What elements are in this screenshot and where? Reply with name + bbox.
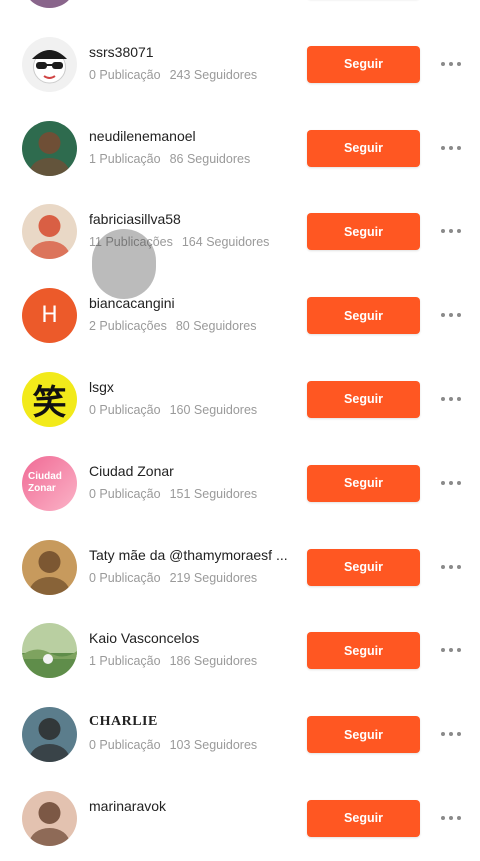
post-count: 1 Publicação	[89, 654, 161, 669]
list-item[interactable]: marinaravok Seguir	[0, 777, 480, 861]
avatar[interactable]	[22, 623, 77, 679]
avatar[interactable]: Ciudad Zonar	[22, 455, 77, 511]
avatar-initial: H	[41, 303, 58, 329]
user-stats: 0 Publicação 219 Seguidores	[89, 571, 257, 585]
follow-button[interactable]: Seguir	[307, 716, 420, 754]
more-horizontal-icon	[441, 229, 461, 234]
avatar[interactable]	[22, 0, 77, 8]
post-count: 0 Publicação	[89, 486, 161, 501]
avatar[interactable]	[22, 539, 77, 595]
user-name[interactable]: ssrs38071	[89, 44, 289, 60]
user-name[interactable]: marinaravok	[89, 798, 289, 814]
avatar[interactable]	[22, 707, 77, 763]
avatar[interactable]	[22, 790, 77, 846]
user-name[interactable]: lsgx	[89, 379, 289, 395]
more-horizontal-icon	[441, 61, 461, 66]
follow-button[interactable]: Seguir	[307, 799, 420, 837]
more-horizontal-icon	[441, 648, 461, 653]
post-count: 0 Publicação	[89, 67, 161, 82]
user-name[interactable]: biancacangini	[89, 295, 289, 311]
more-options-icon[interactable]	[434, 806, 468, 830]
follower-count: 80 Seguidores	[175, 319, 257, 334]
list-item[interactable]: H biancacangini 2 Publicações 80 Seguidor…	[0, 274, 480, 358]
follow-button[interactable]: Seguir	[307, 297, 420, 335]
follower-count: 160 Seguidores	[169, 402, 258, 417]
user-stats: 0 Publicação 151 Seguidores	[89, 487, 257, 501]
user-name[interactable]: Kaio Vasconcelos	[89, 630, 289, 646]
user-stats: 0 Publicação 160 Seguidores	[89, 403, 257, 417]
list-item[interactable]: Ciudad Zonar Ciudad Zonar 0 Publicação 151…	[0, 442, 480, 526]
user-name[interactable]: neudilenemanoel	[89, 128, 289, 144]
more-options-icon[interactable]	[434, 555, 468, 579]
more-options-icon[interactable]	[434, 219, 468, 243]
user-stats: 0 Publicação 103 Seguidores	[89, 738, 257, 752]
list-item[interactable]: Kaio Vasconcelos 1 Publicação 186 Seguido…	[0, 609, 480, 693]
post-count: 1 Publicação	[89, 151, 161, 166]
more-options-icon[interactable]	[434, 471, 468, 495]
user-stats: 2 Publicações 80 Seguidores	[89, 319, 256, 333]
user-stats	[89, 822, 98, 836]
avatar[interactable]	[22, 36, 77, 92]
user-list: xxx，ley! 0 Publicação291 Seguidores Segu…	[0, 0, 480, 861]
post-count: 0 Publicação	[89, 570, 161, 585]
post-count: 0 Publicação	[89, 402, 161, 417]
post-count: 11 Publicações	[89, 235, 173, 250]
follower-count: 243 Seguidores	[169, 67, 258, 82]
follow-button[interactable]: Seguir	[307, 464, 420, 502]
more-horizontal-icon	[441, 732, 461, 737]
follow-button[interactable]: Seguir	[307, 380, 420, 418]
list-item[interactable]: neudilenemanoel 1 Publicação 86 Seguidore…	[0, 107, 480, 191]
list-item[interactable]: CHARLIE 0 Publicação 103 Seguidores Segui…	[0, 693, 480, 777]
list-item[interactable]: fabriciasillva58 11 Publicações 164 Segui…	[0, 190, 480, 274]
more-options-icon[interactable]	[434, 638, 468, 662]
avatar-logo-line-2: Zonar	[28, 483, 56, 495]
more-options-icon[interactable]	[434, 303, 468, 327]
more-options-icon[interactable]	[434, 387, 468, 411]
user-stats: 1 Publicação 186 Seguidores	[89, 654, 257, 668]
user-stats: 11 Publicações 164 Seguidores	[89, 235, 269, 249]
user-name[interactable]: fabriciasillva58	[89, 211, 289, 227]
follower-count: 219 Seguidores	[169, 570, 258, 585]
avatar[interactable]	[22, 204, 77, 260]
more-horizontal-icon	[441, 564, 461, 569]
list-item[interactable]: xxx，ley! 0 Publicação291 Seguidores Segu…	[0, 0, 480, 23]
more-options-icon[interactable]	[434, 52, 468, 76]
more-horizontal-icon	[441, 145, 461, 150]
more-horizontal-icon	[441, 480, 461, 485]
follower-count: 151 Seguidores	[169, 486, 258, 501]
user-name[interactable]: CHARLIE	[89, 714, 289, 730]
post-count: 0 Publicação	[89, 738, 161, 753]
user-stats: 1 Publicação 86 Seguidores	[89, 152, 250, 166]
post-count: 2 Publicações	[89, 319, 167, 334]
user-stats: 0 Publicação 243 Seguidores	[89, 68, 257, 82]
list-item[interactable]: 笑 lsgx 0 Publicação 160 Seguidores Seguir	[0, 358, 480, 442]
list-item[interactable]: ssrs38071 0 Publicação 243 Seguidores Seg…	[0, 23, 480, 107]
follow-button[interactable]: Seguir	[307, 45, 420, 83]
more-horizontal-icon	[441, 815, 461, 820]
follow-button[interactable]: Seguir	[307, 548, 420, 586]
follower-count: 103 Seguidores	[169, 738, 258, 753]
avatar-glyph: 笑	[32, 382, 67, 423]
more-options-icon[interactable]	[434, 136, 468, 160]
more-options-icon[interactable]	[434, 722, 468, 746]
follow-button[interactable]: Seguir	[307, 632, 420, 670]
follower-count: 86 Seguidores	[169, 151, 251, 166]
more-horizontal-icon	[441, 313, 461, 318]
follower-count: 164 Seguidores	[181, 235, 270, 250]
follow-button[interactable]: Seguir	[307, 129, 420, 167]
user-name[interactable]: Taty mãe da @thamymoraesf ...	[89, 547, 289, 563]
follower-count: 186 Seguidores	[169, 654, 258, 669]
avatar[interactable]: H	[22, 288, 77, 344]
avatar-logo-line-1: Ciudad	[28, 471, 62, 483]
follow-button[interactable]: Seguir	[307, 213, 420, 251]
more-horizontal-icon	[441, 396, 461, 401]
user-name[interactable]: Ciudad Zonar	[89, 463, 289, 479]
list-item[interactable]: Taty mãe da @thamymoraesf ... 0 Publicaç…	[0, 526, 480, 610]
avatar[interactable]	[22, 120, 77, 176]
avatar[interactable]: 笑	[22, 371, 77, 427]
